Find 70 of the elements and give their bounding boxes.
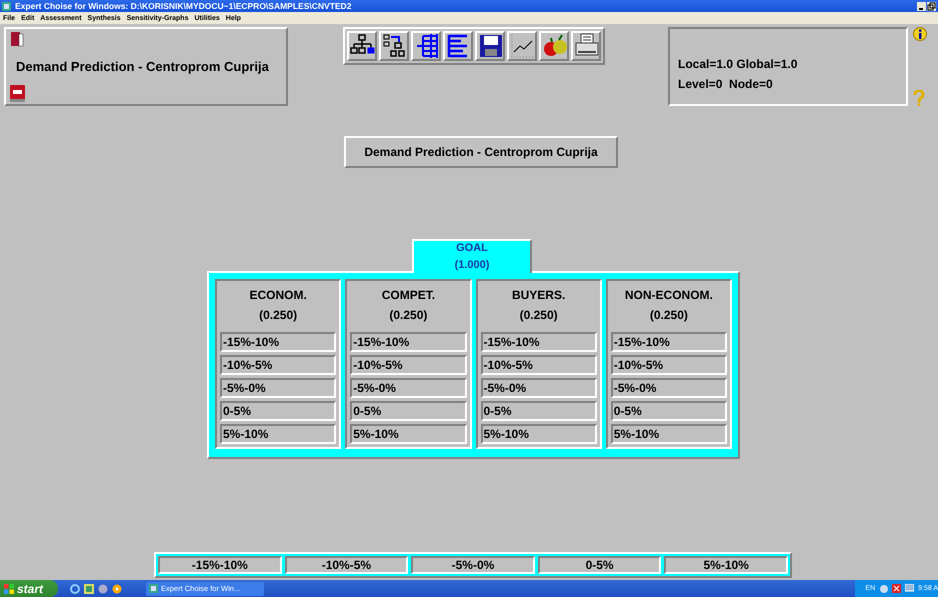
subcriterion-item[interactable]: -10%-5% xyxy=(610,355,727,375)
monitor-icon[interactable] xyxy=(905,584,914,593)
criterion-priority: (0.250) xyxy=(650,307,688,324)
list-icon xyxy=(448,34,468,58)
info-line: Level=0 Node=0 xyxy=(678,76,774,90)
subcriterion-item[interactable]: -5%-0% xyxy=(350,378,466,398)
subcriterion-item[interactable]: 0-5% xyxy=(220,401,336,421)
windows-logo-icon xyxy=(4,584,14,594)
apples-button[interactable] xyxy=(539,31,569,61)
restore-button[interactable] xyxy=(927,2,936,10)
print-button[interactable] xyxy=(571,31,601,61)
subcriterion-item[interactable]: 0-5% xyxy=(480,401,597,421)
subcriterion-item[interactable]: -15%-10% xyxy=(610,332,727,352)
tree-icon xyxy=(416,33,438,59)
criterion-priority: (0.250) xyxy=(259,307,298,324)
subcriterion-item[interactable]: 5%-10% xyxy=(220,424,336,444)
abc-book-icon xyxy=(10,85,25,102)
hierarchy-arrow-icon xyxy=(384,34,405,57)
alternative-item[interactable]: -10%-5% xyxy=(284,556,408,574)
subcriterion-item[interactable]: 0-5% xyxy=(350,401,466,421)
alternative-item[interactable]: -5%-0% xyxy=(411,556,535,574)
subcriterion-item[interactable]: -10%-5% xyxy=(480,355,597,375)
criterion-name[interactable]: BUYERS. xyxy=(512,285,566,305)
subcriterion-item[interactable]: -5%-0% xyxy=(480,378,597,398)
info-line: Local=1.0 Global=1.0 xyxy=(678,56,798,70)
criterion-name[interactable]: NON-ECONOM. xyxy=(624,285,713,305)
chart-button[interactable] xyxy=(507,31,537,61)
model-title: Demand Prediction - Centroprom Cuprija xyxy=(16,58,270,74)
list-button[interactable] xyxy=(443,31,473,61)
minimize-button[interactable] xyxy=(917,2,926,10)
subcriterion-item[interactable]: 0-5% xyxy=(610,401,727,421)
hierarchy-button[interactable] xyxy=(347,31,377,61)
window-title: Expert Choise for Windows: D:\KORISNIK\MYDOCU~1\ECPRO\SAMPLES\CNVTED2 xyxy=(15,1,352,11)
printer-icon xyxy=(576,34,598,56)
alternative-item[interactable]: 0-5% xyxy=(538,556,662,574)
goal-node[interactable]: GOAL (1.000) xyxy=(412,239,532,273)
subcriterion-item[interactable]: -10%-5% xyxy=(220,355,336,375)
hierarchy-icon xyxy=(350,34,374,54)
criterion-priority: (0.250) xyxy=(520,307,558,324)
subcriterion-item[interactable]: 5%-10% xyxy=(350,424,466,444)
subcriterion-item[interactable]: -10%-5% xyxy=(350,355,466,375)
criterion-name[interactable]: COMPET. xyxy=(382,285,436,305)
alternative-item[interactable]: 5%-10% xyxy=(664,556,788,574)
alternative-item[interactable]: -15%-10% xyxy=(158,556,282,574)
subcriterion-item[interactable]: -5%-0% xyxy=(610,378,727,398)
hierarchy-arrow-button[interactable] xyxy=(379,31,409,61)
app-icon xyxy=(2,2,11,10)
info-icon[interactable] xyxy=(913,27,927,41)
apples-icon xyxy=(544,34,567,56)
tree-button[interactable] xyxy=(411,31,441,61)
minimize-icon xyxy=(919,8,923,10)
subcriterion-item[interactable]: -15%-10% xyxy=(350,332,466,352)
document-title-button[interactable]: Demand Prediction - Centroprom Cuprija xyxy=(344,136,618,168)
restore-icon xyxy=(927,2,936,10)
subcriterion-item[interactable]: -5%-0% xyxy=(220,378,336,398)
subcriterion-item[interactable]: 5%-10% xyxy=(480,424,597,444)
subcriterion-item[interactable]: -15%-10% xyxy=(220,332,336,352)
subcriterion-item[interactable]: 5%-10% xyxy=(610,424,727,444)
save-button[interactable] xyxy=(475,31,505,61)
criterion-priority: (0.250) xyxy=(389,307,428,324)
goal-name: GOAL xyxy=(456,241,488,256)
line-chart-icon xyxy=(512,34,534,58)
criterion-name[interactable]: ECONOM. xyxy=(249,285,307,305)
subcriterion-item[interactable]: -15%-10% xyxy=(480,332,597,352)
browser-icon[interactable] xyxy=(70,584,80,594)
book-icon xyxy=(10,31,24,47)
media-icon[interactable] xyxy=(112,584,122,594)
start-button[interactable]: start xyxy=(0,580,58,597)
goal-priority: (1.000) xyxy=(454,258,490,273)
app-icon xyxy=(149,584,158,593)
